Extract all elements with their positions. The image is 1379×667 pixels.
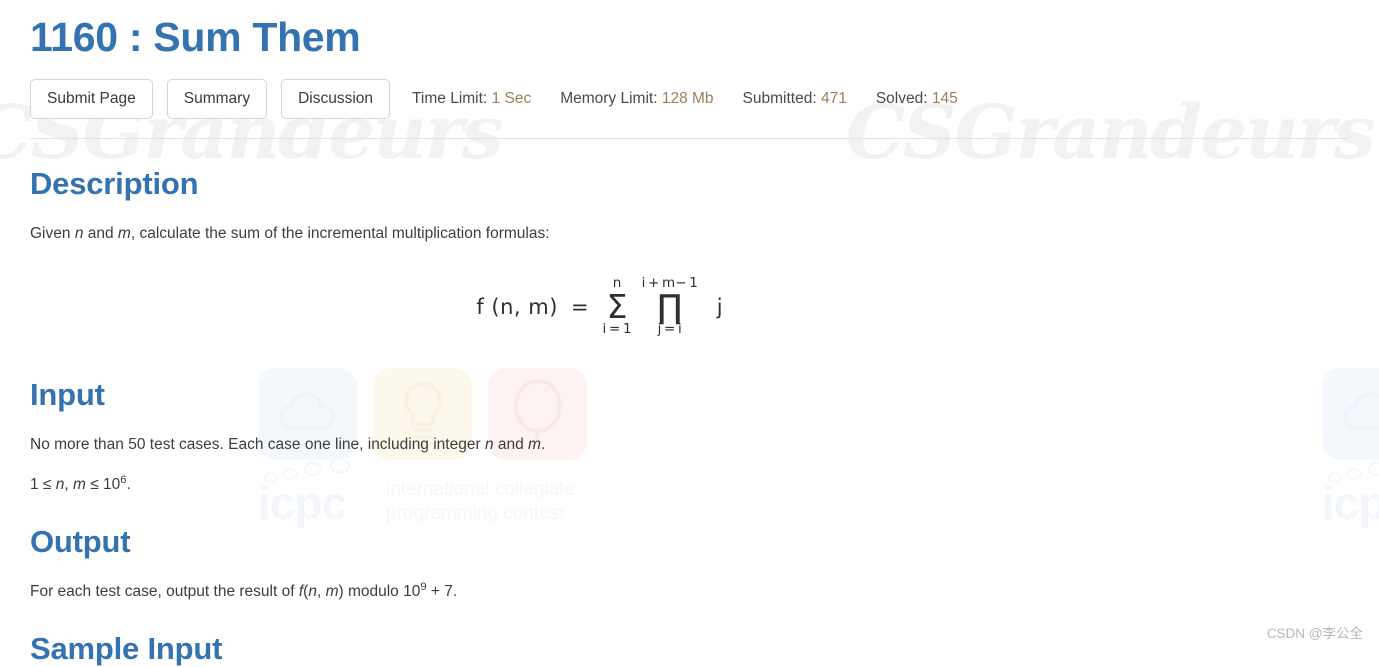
description-text-b: and [83,225,118,243]
input-paragraph-1: No more than 50 test cases. Each case on… [30,434,1349,456]
input-text-b: and [493,435,529,453]
stat-solved-label: Solved: [875,90,928,108]
summation-operator: n Σ i = 1 [603,277,632,336]
output-text-d: ) modulo 10 [338,583,421,601]
input-text-c: . [540,435,546,453]
description-text-a: Given [30,225,75,243]
stat-memory-limit-label: Memory Limit: [560,90,658,108]
stat-solved: Solved: 145 [876,90,958,108]
stat-time-limit-value: 1 Sec [491,90,532,108]
section-heading-sample-input: Sample Input [30,630,223,666]
pi-product-icon: ∏ [657,286,683,326]
submit-page-button[interactable]: Submit Page [30,79,153,120]
stat-time-limit-label: Time Limit: [412,90,488,108]
description-text-c: , calculate the sum of the incremental m… [130,225,550,243]
output-text-e: + 7. [426,583,458,601]
constraint-text-a: 1 ≤ [30,476,56,494]
discussion-button[interactable]: Discussion [281,79,391,120]
summation-lower-limit: i = 1 [602,320,632,337]
stat-submitted: Submitted: 471 [743,90,847,108]
formula-equals: = [570,294,589,319]
constraint-var-m: m [73,476,86,494]
section-heading-input: Input [30,376,105,412]
page-title: 1160 : Sum Them [30,14,361,60]
stat-submitted-value: 471 [820,90,847,108]
output-text-a: For each test case, output the result of [30,583,299,601]
input-text-a: No more than 50 test cases. Each case on… [30,435,485,453]
summary-button[interactable]: Summary [166,79,268,120]
formula-container: f (n, m) = n Σ i = 1 i + m− 1 ∏ j = i j [30,264,1349,350]
stat-memory-limit-value: 128 Mb [661,90,714,108]
constraint-text-c: ≤ 10 [85,476,121,494]
problem-page: 1160 : Sum Them Submit Page Summary Disc… [0,0,1379,667]
stat-time-limit: Time Limit: 1 Sec [412,90,531,108]
formula-function-name: f (n, m) [476,294,558,319]
section-heading-description: Description [30,166,199,202]
input-var-n: n [484,435,494,453]
output-var-m: m [325,583,339,601]
formula-variable-j: j [716,294,723,319]
description-var-m: m [117,225,131,243]
csdn-watermark: CSDN @李公全 [1266,626,1363,641]
description-paragraph: Given n and m, calculate the sum of the … [30,223,1349,245]
section-heading-output: Output [30,523,131,559]
input-constraint: 1 ≤ n, m ≤ 106. [30,474,1349,496]
output-text-c: , [316,583,326,601]
problem-stats: Time Limit: 1 Sec Memory Limit: 128 Mb S… [412,90,958,108]
product-lower-limit: j = i [657,320,682,337]
stat-solved-value: 145 [931,90,958,108]
input-var-m: m [528,435,541,453]
header-divider [30,138,1349,140]
product-operator: i + m− 1 ∏ j = i [642,277,698,336]
stat-memory-limit: Memory Limit: 128 Mb [560,90,713,108]
output-paragraph: For each test case, output the result of… [30,581,1349,603]
stat-submitted-label: Submitted: [742,90,817,108]
output-var-n: n [308,583,317,601]
sum-product-formula: f (n, m) = n Σ i = 1 i + m− 1 ∏ j = i j [476,277,722,336]
sigma-icon: Σ [606,286,628,326]
problem-toolbar: Submit Page Summary Discussion Time Limi… [30,78,1349,120]
constraint-text-d: . [126,476,131,494]
constraint-text-b: , [64,476,73,494]
